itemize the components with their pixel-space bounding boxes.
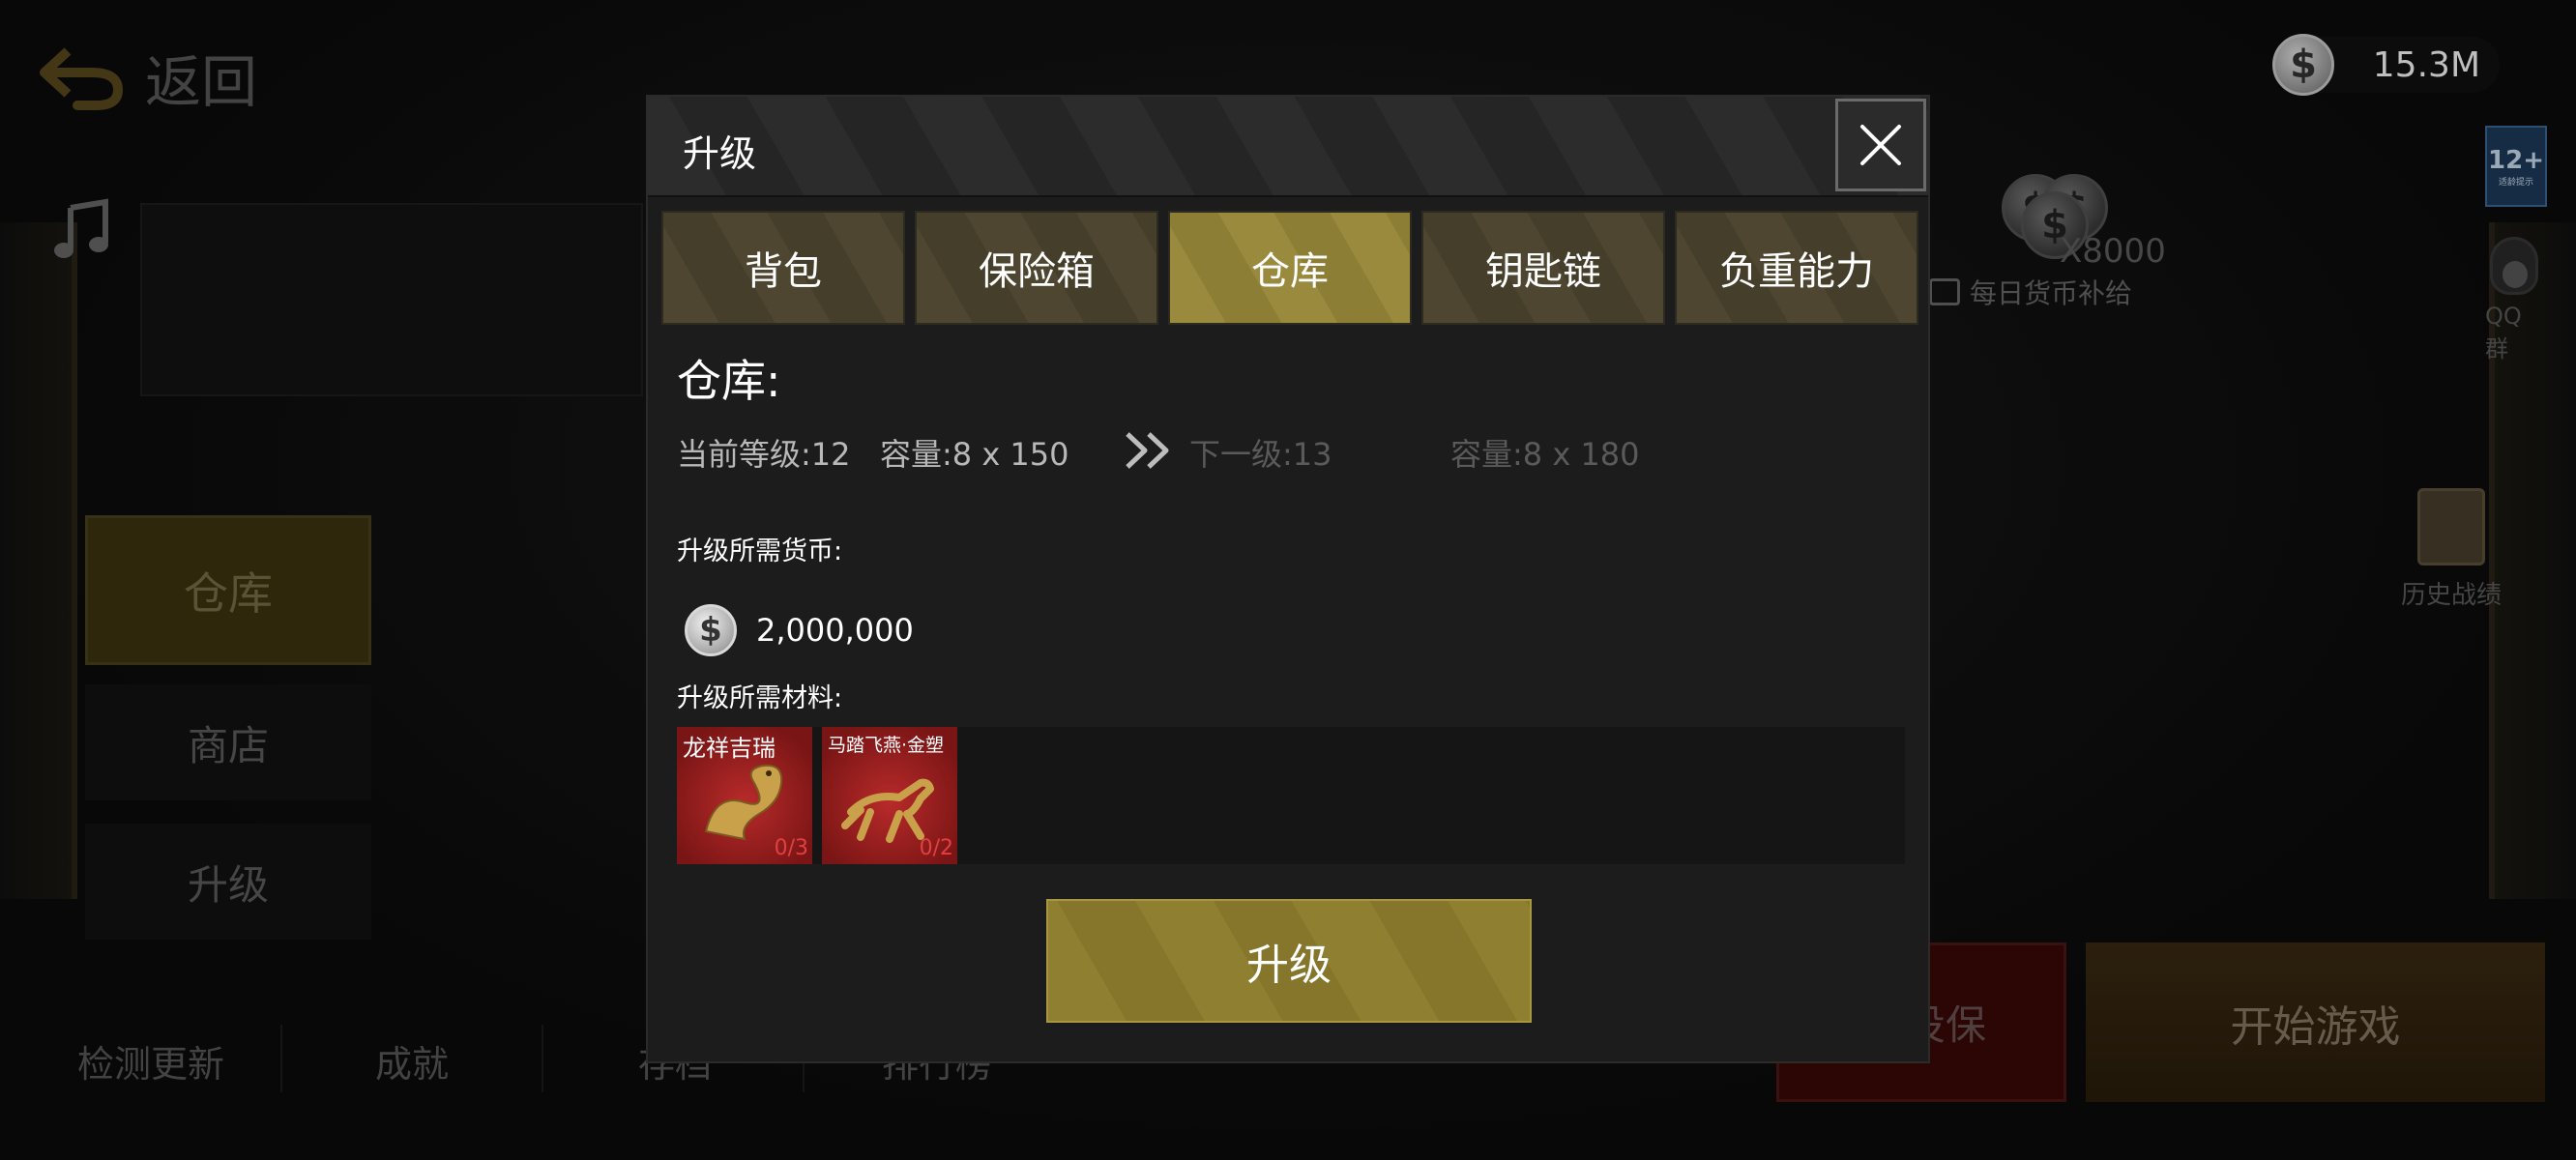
- material-name: 龙祥吉瑞: [683, 735, 776, 762]
- upgrade-button[interactable]: 升级: [1046, 899, 1532, 1023]
- material-count: 0/2: [919, 836, 953, 860]
- tab-warehouse[interactable]: 仓库: [1168, 211, 1412, 325]
- double-chevron-right-icon: [1126, 432, 1169, 469]
- tab-label: 钥匙链: [1485, 249, 1601, 294]
- section-title: 仓库:: [677, 355, 781, 407]
- currency-requirement-label: 升级所需货币:: [677, 536, 843, 566]
- close-icon: [1860, 125, 1901, 165]
- tab-label: 保险箱: [979, 249, 1095, 294]
- tab-backpack[interactable]: 背包: [661, 211, 905, 325]
- close-button[interactable]: [1835, 99, 1926, 191]
- level-info-row: 当前等级:12 容量:8 x 150 下一级:13 容量:8 x 180: [677, 430, 1905, 478]
- upgrade-tabs: 背包 保险箱 仓库 钥匙链 负重能力: [661, 211, 1918, 325]
- material-item[interactable]: 马踏飞燕·金塑 0/2: [822, 727, 957, 864]
- currency-requirement: $ 2,000,000: [685, 599, 914, 661]
- silver-coin-icon: $: [685, 604, 737, 656]
- tab-label: 负重能力: [1719, 249, 1874, 294]
- modal-header: 升级: [648, 97, 1928, 197]
- upgrade-modal: 升级 背包 保险箱 仓库 钥匙链 负重能力 仓库: 当前等级:12 容量:8 x…: [646, 95, 1930, 1063]
- currency-amount: 2,000,000: [756, 612, 914, 649]
- materials-list: 龙祥吉瑞 0/3 马踏飞燕·金塑 0/2: [677, 727, 1905, 864]
- material-count: 0/3: [774, 836, 808, 860]
- tab-label: 背包: [745, 249, 822, 294]
- upgrade-button-label: 升级: [1246, 941, 1332, 990]
- next-level: 下一级:13: [1189, 436, 1332, 473]
- materials-requirement-label: 升级所需材料:: [677, 683, 843, 713]
- material-name: 马踏飞燕·金塑: [828, 735, 945, 756]
- material-item[interactable]: 龙祥吉瑞 0/3: [677, 727, 812, 864]
- current-level: 当前等级:12: [677, 436, 851, 473]
- next-capacity: 容量:8 x 180: [1450, 436, 1640, 473]
- tab-load-capacity[interactable]: 负重能力: [1675, 211, 1918, 325]
- tab-keychain[interactable]: 钥匙链: [1421, 211, 1665, 325]
- modal-title: 升级: [683, 132, 757, 175]
- current-capacity: 容量:8 x 150: [880, 436, 1069, 473]
- tab-label: 仓库: [1251, 249, 1329, 294]
- tab-safe[interactable]: 保险箱: [915, 211, 1158, 325]
